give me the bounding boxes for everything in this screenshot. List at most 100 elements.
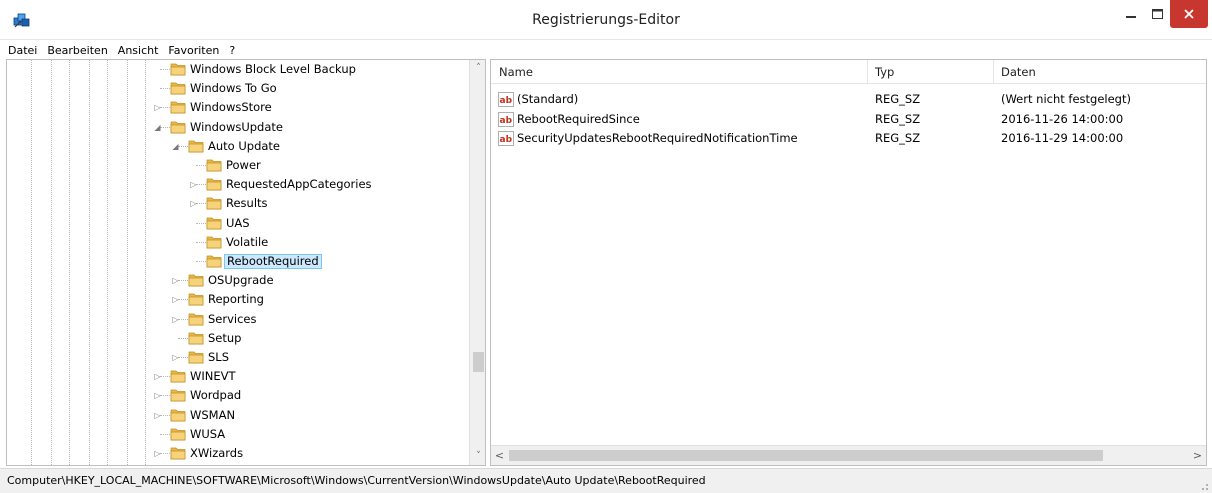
tree-item[interactable]: ▷ OSUpgrade bbox=[7, 271, 469, 290]
tree-item[interactable]: ◢ WindowsUpdate bbox=[7, 118, 469, 137]
folder-icon bbox=[188, 313, 204, 325]
collapse-arrow-icon[interactable]: ◢ bbox=[153, 123, 162, 132]
tree-connector bbox=[178, 337, 188, 339]
tree-item[interactable]: ◢ Auto Update bbox=[7, 137, 469, 156]
expand-arrow-icon[interactable]: ▷ bbox=[153, 411, 162, 420]
folder-icon bbox=[170, 121, 186, 133]
registry-value-list[interactable]: Name Typ Daten ab (Standard) REG_SZ (Wert n… bbox=[490, 59, 1207, 466]
value-type: REG_SZ bbox=[875, 131, 921, 145]
list-header: Name Typ Daten bbox=[491, 60, 1206, 84]
status-bar: Computer\HKEY_LOCAL_MACHINE\SOFTWARE\Mic… bbox=[0, 468, 1212, 493]
tree-item[interactable]: ▷ Services bbox=[7, 310, 469, 329]
menu-bearbeiten[interactable]: Bearbeiten bbox=[42, 44, 112, 57]
minimize-button[interactable] bbox=[1118, 0, 1144, 28]
expand-arrow-icon[interactable]: ▷ bbox=[171, 276, 180, 285]
folder-icon bbox=[188, 351, 204, 364]
value-data: 2016-11-26 14:00:00 bbox=[1001, 111, 1124, 126]
folder-icon bbox=[188, 294, 204, 306]
folder-icon bbox=[170, 82, 186, 95]
maximize-icon bbox=[1151, 9, 1163, 19]
tree-item[interactable]: ▷ WindowsStore bbox=[7, 98, 469, 117]
maximize-button[interactable] bbox=[1144, 0, 1170, 28]
tree-item[interactable]: ▷ SLS bbox=[7, 348, 469, 367]
value-row[interactable]: ab RebootRequiredSince REG_SZ 2016-11-26 14… bbox=[491, 110, 1206, 129]
tree-item[interactable]: Power bbox=[7, 156, 469, 175]
tree-item-label: WindowsStore bbox=[190, 100, 272, 115]
tree-item[interactable]: ▷ Results bbox=[7, 194, 469, 213]
folder-icon bbox=[188, 332, 204, 345]
tree-item-label: UAS bbox=[226, 215, 250, 230]
scroll-left-icon[interactable]: < bbox=[491, 446, 508, 465]
tree-item[interactable]: Setup bbox=[7, 329, 469, 348]
tree-item-label: Auto Update bbox=[208, 138, 281, 153]
tree-connector bbox=[160, 88, 170, 90]
menu-favoriten[interactable]: Favoriten bbox=[163, 44, 224, 57]
column-header-type[interactable]: Typ bbox=[867, 60, 993, 84]
tree-item[interactable]: Windows To Go bbox=[7, 79, 469, 98]
expand-arrow-icon[interactable]: ▷ bbox=[153, 391, 162, 400]
expand-arrow-icon[interactable]: ▷ bbox=[189, 199, 198, 208]
expand-arrow-icon[interactable]: ▷ bbox=[171, 315, 180, 324]
tree-item[interactable]: WUSA bbox=[7, 425, 469, 444]
status-path: Computer\HKEY_LOCAL_MACHINE\SOFTWARE\Mic… bbox=[7, 474, 706, 487]
tree-item[interactable]: Windows Block Level Backup bbox=[7, 60, 469, 79]
expand-arrow-icon[interactable]: ▷ bbox=[171, 295, 180, 304]
expand-arrow-icon[interactable]: ▷ bbox=[153, 449, 162, 458]
folder-icon bbox=[188, 140, 204, 153]
resize-grip-icon[interactable] bbox=[1198, 480, 1208, 490]
tree-item[interactable]: ▷ WSMAN bbox=[7, 406, 469, 425]
expand-arrow-icon[interactable]: ▷ bbox=[153, 372, 162, 381]
column-header-name[interactable]: Name bbox=[491, 60, 861, 84]
tree-item[interactable]: ▷ Wordpad bbox=[7, 386, 469, 405]
tree-item[interactable]: ▷ RequestedAppCategories bbox=[7, 175, 469, 194]
tree-connector bbox=[196, 241, 206, 243]
svg-text:ab: ab bbox=[500, 116, 513, 126]
tree-vertical-scrollbar[interactable]: ˄ ˅ bbox=[469, 60, 485, 465]
expand-arrow-icon[interactable]: ▷ bbox=[189, 180, 198, 189]
folder-icon bbox=[188, 274, 204, 287]
scroll-right-icon[interactable]: > bbox=[1189, 446, 1206, 465]
menu-datei[interactable]: Datei bbox=[0, 44, 42, 57]
tree-connector bbox=[196, 222, 206, 224]
value-row[interactable]: ab (Standard) REG_SZ (Wert nicht festgelegt… bbox=[491, 90, 1206, 109]
registry-key-tree[interactable]: Windows Block Level Backup Windows To Go ▷… bbox=[6, 59, 486, 466]
tree-item-label: Windows Block Level Backup bbox=[190, 62, 356, 76]
tree-item[interactable]: Volatile bbox=[7, 233, 469, 252]
tree-connector bbox=[196, 165, 206, 166]
tree-item[interactable]: RebootRequired bbox=[7, 252, 469, 271]
tree-item-label: Windows To Go bbox=[190, 81, 277, 96]
value-data: 2016-11-29 14:00:00 bbox=[1001, 131, 1124, 145]
tree-item-label: Results bbox=[226, 196, 268, 211]
list-scroll-thumb[interactable] bbox=[509, 450, 1103, 461]
tree-item[interactable]: UAS bbox=[7, 214, 469, 233]
menu-ansicht[interactable]: Ansicht bbox=[113, 44, 164, 57]
tree-item-label: Services bbox=[208, 311, 257, 326]
expand-arrow-icon[interactable]: ▷ bbox=[171, 353, 180, 362]
scroll-up-icon[interactable]: ˄ bbox=[470, 60, 485, 77]
collapse-arrow-icon[interactable]: ◢ bbox=[171, 142, 180, 151]
menu-bar: Datei Bearbeiten Ansicht Favoriten ? bbox=[0, 41, 1212, 59]
tree-item[interactable]: ▷ WINEVT bbox=[7, 367, 469, 386]
value-name: SecurityUpdatesRebootRequiredNotificatio… bbox=[517, 131, 798, 145]
string-value-icon: ab bbox=[498, 92, 514, 107]
tree-connector bbox=[160, 433, 170, 435]
tree-connector bbox=[196, 261, 206, 262]
tree-item-label: WINEVT bbox=[190, 369, 236, 384]
tree-item-label: RequestedAppCategories bbox=[226, 177, 372, 192]
folder-icon bbox=[206, 217, 222, 229]
scroll-down-icon[interactable]: ˅ bbox=[470, 448, 485, 465]
tree-scroll-thumb[interactable] bbox=[473, 352, 484, 372]
value-type: REG_SZ bbox=[875, 92, 921, 106]
tree-item[interactable]: ▷ XWizards bbox=[7, 444, 469, 463]
tree-item[interactable]: ▷ Reporting bbox=[7, 290, 469, 309]
tree-item-label: WUSA bbox=[190, 426, 226, 441]
folder-icon bbox=[170, 447, 186, 460]
tree-item-label: XWizards bbox=[190, 446, 244, 460]
value-row[interactable]: ab SecurityUpdatesRebootRequiredNotificat… bbox=[491, 129, 1206, 148]
list-horizontal-scrollbar[interactable]: < > bbox=[491, 445, 1206, 465]
column-header-data[interactable]: Daten bbox=[993, 60, 1203, 84]
menu-help[interactable]: ? bbox=[224, 44, 240, 57]
tree-item-label: Power bbox=[226, 158, 261, 172]
expand-arrow-icon[interactable]: ▷ bbox=[153, 103, 162, 112]
close-button[interactable] bbox=[1170, 0, 1208, 28]
